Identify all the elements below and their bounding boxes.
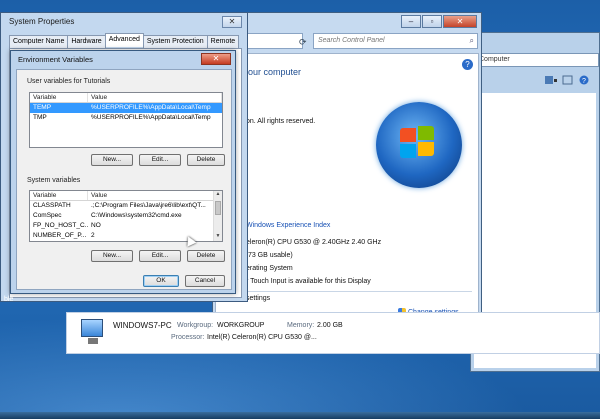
tab-strip: Computer Name Hardware Advanced System P… — [9, 33, 240, 49]
explorer-address-bar[interactable]: Computer — [475, 53, 599, 67]
variable-value: %USERPROFILE%\AppData\Local\Temp — [91, 114, 211, 121]
column-header-variable[interactable]: Variable — [30, 191, 88, 200]
section-divider — [246, 291, 472, 292]
workgroup-value: WORKGROUP — [217, 322, 265, 329]
help-icon[interactable]: ? — [579, 75, 589, 86]
system-variables-list[interactable]: Variable Value CLASSPATH .;C:\Program Fi… — [29, 190, 223, 242]
variable-name: ComSpec — [33, 212, 62, 219]
dialog-title: Environment Variables — [18, 55, 93, 64]
computer-name: WINDOWS7-PC — [113, 321, 172, 330]
copyright-text: on. All rights reserved. — [246, 118, 316, 125]
settings-section-heading: settings — [246, 295, 271, 302]
computer-icon — [81, 319, 103, 344]
user-variables-heading: User variables for Tutorials — [27, 78, 111, 85]
processor-detail-value: Intel(R) Celeron(R) CPU G530 @... — [207, 334, 317, 341]
dialog-title: System Properties — [9, 17, 75, 26]
tab-system-protection[interactable]: System Protection — [142, 35, 208, 49]
close-button[interactable]: ✕ — [222, 16, 242, 28]
search-input[interactable]: Search Control Panel ⌕ — [313, 33, 478, 49]
list-item[interactable]: TEMP %USERPROFILE%\AppData\Local\Temp — [30, 103, 222, 113]
variable-name: NUMBER_OF_P... — [33, 232, 87, 239]
view-icon[interactable] — [545, 76, 557, 84]
scroll-up-arrow-icon[interactable]: ▲ — [214, 191, 222, 199]
help-icon[interactable]: ? — [462, 59, 473, 70]
list-item[interactable]: FP_NO_HOST_C... NO — [30, 221, 222, 231]
processor-label: Processor: — [171, 334, 205, 341]
windows-logo — [376, 102, 462, 188]
variable-value: .;C:\Program Files\Java\jre6\lib\ext\QT.… — [91, 202, 206, 209]
system-variables-heading: System variables — [27, 177, 81, 184]
variable-value: 2 — [91, 232, 95, 239]
column-header-variable[interactable]: Variable — [30, 93, 88, 102]
list-header: Variable Value — [30, 191, 222, 201]
variable-name: TEMP — [33, 104, 52, 111]
control-panel-content: ? our computer on. All rights reserved. … — [215, 53, 479, 319]
memory-label: Memory: — [287, 322, 315, 329]
column-header-value[interactable]: Value — [88, 93, 222, 102]
user-variables-list[interactable]: Variable Value TEMP %USERPROFILE%\AppDat… — [29, 92, 223, 148]
logo-blue-pane — [400, 144, 416, 158]
variable-name: TMP — [33, 114, 47, 121]
page-title: our computer — [248, 67, 302, 77]
pen-touch-value: r Touch Input is available for this Disp… — [246, 278, 371, 285]
cancel-button[interactable]: Cancel — [185, 275, 225, 287]
minimize-button[interactable]: – — [401, 15, 421, 28]
ram-value: .73 GB usable) — [246, 252, 293, 259]
search-placeholder: Search Control Panel — [318, 37, 385, 44]
list-header: Variable Value — [30, 93, 222, 103]
search-icon[interactable]: ⌕ — [470, 36, 474, 46]
logo-green-pane — [418, 126, 434, 140]
refresh-icon[interactable]: ⟳ — [299, 37, 307, 48]
dialog-body: User variables for Tutorials Variable Va… — [16, 69, 232, 290]
processor-value: eleron(R) CPU G530 @ 2.40GHz 2.40 GHz — [246, 239, 382, 246]
windows-experience-index-link[interactable]: Windows Experience Index — [246, 222, 330, 229]
details-pane: WINDOWS7-PC Workgroup: WORKGROUP Memory:… — [66, 312, 600, 354]
logo-red-pane — [400, 128, 416, 142]
scroll-down-arrow-icon[interactable]: ▼ — [214, 233, 222, 241]
list-item[interactable]: CLASSPATH .;C:\Program Files\Java\jre6\l… — [30, 201, 222, 211]
environment-variables-dialog[interactable]: Environment Variables ✕ User variables f… — [10, 50, 236, 294]
system-delete-button[interactable]: Delete — [187, 250, 225, 262]
tab-hardware[interactable]: Hardware — [67, 35, 106, 49]
tab-remote[interactable]: Remote — [206, 35, 240, 49]
explorer-toolbar: ? — [475, 73, 599, 87]
address-bar[interactable] — [243, 33, 303, 49]
close-button[interactable]: ✕ — [443, 15, 477, 28]
tab-advanced[interactable]: Advanced — [104, 33, 144, 47]
variable-name: CLASSPATH — [33, 202, 71, 209]
memory-value: 2.00 GB — [317, 322, 343, 329]
variable-value: C:\Windows\system32\cmd.exe — [91, 212, 182, 219]
maximize-button[interactable]: ▫ — [422, 15, 442, 28]
list-item[interactable]: ComSpec C:\Windows\system32\cmd.exe — [30, 211, 222, 221]
user-new-button[interactable]: New... — [91, 154, 133, 166]
system-control-panel-window[interactable]: – ▫ ✕ ⟳ Search Control Panel ⌕ ? our com… — [212, 12, 482, 322]
workgroup-label: Workgroup: — [177, 322, 214, 329]
vertical-scrollbar[interactable]: ▲ ▼ — [213, 191, 222, 241]
list-item[interactable]: TMP %USERPROFILE%\AppData\Local\Temp — [30, 113, 222, 123]
logo-yellow-pane — [418, 142, 434, 156]
system-type-value: erating System — [246, 265, 293, 272]
variable-value: NO — [91, 222, 101, 229]
pane-icon[interactable] — [562, 75, 573, 85]
ok-button[interactable]: OK — [143, 275, 179, 287]
svg-text:?: ? — [582, 78, 586, 85]
user-delete-button[interactable]: Delete — [187, 154, 225, 166]
system-new-button[interactable]: New... — [91, 250, 133, 262]
variable-name: FP_NO_HOST_C... — [33, 222, 88, 229]
taskbar[interactable] — [0, 412, 600, 419]
user-edit-button[interactable]: Edit... — [139, 154, 181, 166]
scroll-thumb[interactable] — [215, 201, 221, 215]
column-header-value[interactable]: Value — [88, 191, 222, 200]
tab-computer-name[interactable]: Computer Name — [9, 35, 69, 49]
variable-value: %USERPROFILE%\AppData\Local\Temp — [91, 104, 211, 111]
system-edit-button[interactable]: Edit... — [139, 250, 181, 262]
window-caption-buttons: – ▫ ✕ — [400, 15, 477, 28]
close-button[interactable]: ✕ — [201, 53, 231, 65]
desktop-icon-label[interactable]: ble — [4, 296, 13, 303]
